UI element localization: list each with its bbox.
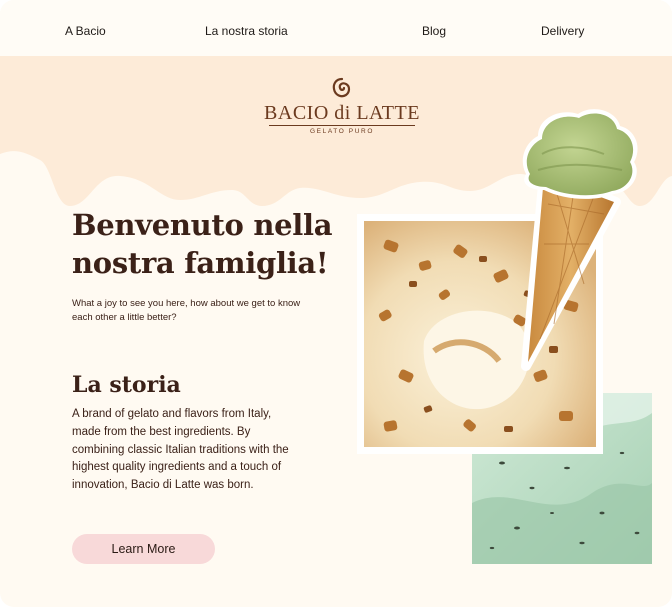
learn-more-button[interactable]: Learn More bbox=[72, 534, 215, 564]
hero-title: Benvenuto nella nostra famiglia! bbox=[72, 208, 333, 280]
hero-subtitle: What a joy to see you here, how about we… bbox=[72, 298, 301, 323]
brand-logo[interactable]: BACIO di LATTE GELATO PURO bbox=[252, 76, 432, 142]
swirl-icon bbox=[332, 77, 351, 98]
logo-divider bbox=[269, 125, 415, 126]
pistachio-cone-image bbox=[521, 109, 638, 371]
story-title: La storia bbox=[72, 372, 181, 398]
nav-link-a-bacio[interactable]: A Bacio bbox=[65, 24, 106, 38]
landing-page: A Bacio La nostra storia Blog Delivery B… bbox=[0, 0, 672, 607]
nav-link-la-nostra-storia[interactable]: La nostra storia bbox=[205, 24, 288, 38]
brand-name: BACIO di LATTE bbox=[264, 102, 420, 124]
top-nav: A Bacio La nostra storia Blog Delivery bbox=[0, 0, 672, 56]
nav-link-blog[interactable]: Blog bbox=[422, 24, 446, 38]
story-body: A brand of gelato and flavors from Italy… bbox=[72, 408, 289, 492]
brand-tagline: GELATO PURO bbox=[310, 128, 374, 135]
nav-link-delivery[interactable]: Delivery bbox=[541, 24, 584, 38]
